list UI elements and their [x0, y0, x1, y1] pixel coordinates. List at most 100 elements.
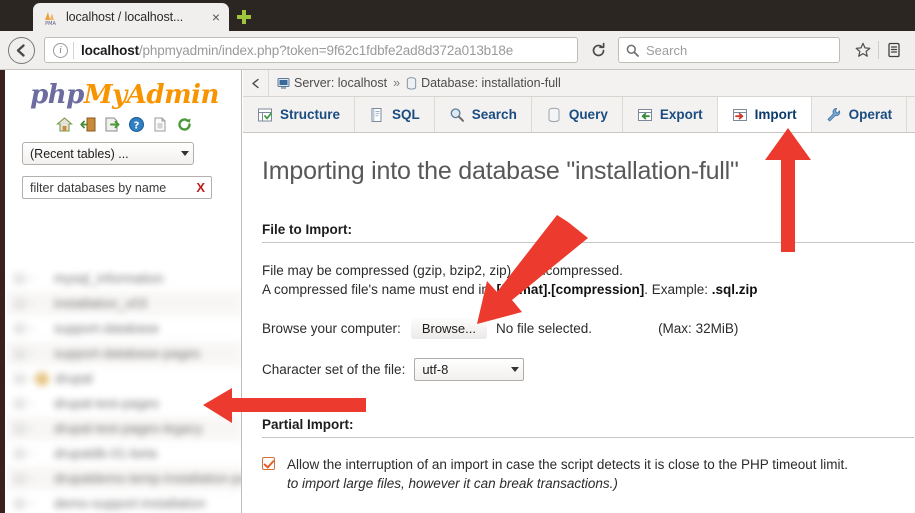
compression-note-line1: File may be compressed (gzip, bzip2, zip…	[262, 263, 623, 278]
help-icon[interactable]: ?	[128, 116, 145, 133]
svg-text:?: ?	[134, 120, 140, 131]
list-item[interactable]: installation_v03	[6, 291, 241, 316]
list-item[interactable]: drupaldb-01-beta	[6, 441, 241, 466]
tab-label: Import	[754, 107, 797, 122]
chevron-down-icon	[181, 151, 189, 156]
database-tree[interactable]: mysql_information installation_v03 suppo…	[6, 266, 241, 513]
page-content: phpMyAdmin ? (Recent tables) ... filter …	[0, 70, 915, 513]
new-tab-button[interactable]	[234, 7, 254, 27]
tab-operations[interactable]: Operat	[812, 97, 908, 132]
tab-label: Export	[659, 107, 703, 122]
logout-icon[interactable]	[80, 116, 97, 133]
compression-note-line2: A compressed file's name must end in .[f…	[262, 280, 915, 299]
breadcrumb-separator: »	[393, 76, 401, 90]
recent-tables-select[interactable]: (Recent tables) ...	[22, 142, 194, 165]
breadcrumb-database-label[interactable]: Database: installation-full	[421, 76, 561, 90]
query-icon	[546, 107, 562, 123]
back-arrow-icon	[16, 43, 25, 57]
clear-filter-icon[interactable]: X	[196, 180, 205, 195]
address-bar[interactable]: i localhost/phpmyadmin/index.php?token=9…	[44, 37, 578, 63]
list-item[interactable]: drupal-test-pages	[6, 391, 241, 416]
url-host: localhost	[81, 42, 139, 58]
tab-label: Operat	[848, 107, 893, 122]
docs-icon[interactable]	[152, 116, 169, 133]
shield-icon[interactable]	[909, 37, 915, 63]
search-placeholder: Search	[646, 42, 688, 58]
database-icon	[406, 76, 417, 90]
list-item[interactable]: support-database	[6, 316, 241, 341]
list-item[interactable]: drupaldemo-temp-installation-pages	[6, 466, 241, 491]
list-item[interactable]: mysql_information	[6, 266, 241, 291]
max-size-text: (Max: 32MiB)	[658, 321, 739, 336]
phpmyadmin-logo[interactable]: phpMyAdmin	[0, 80, 241, 110]
close-icon[interactable]: ×	[209, 10, 223, 24]
allow-interrupt-checkbox[interactable]	[262, 457, 275, 470]
tab-import[interactable]: Import	[717, 97, 812, 132]
allow-interrupt-text: Allow the interruption of an import in c…	[287, 455, 848, 493]
reader-list-icon[interactable]	[881, 37, 907, 63]
filter-databases-input[interactable]: filter databases by name X	[22, 176, 212, 199]
browse-button[interactable]: Browse...	[410, 318, 487, 339]
reload-icon	[592, 42, 604, 56]
filter-placeholder: filter databases by name	[30, 180, 167, 195]
partial-import-heading: Partial Import:	[262, 417, 914, 438]
main-panel: Server: localhost » Database: installati…	[243, 70, 915, 513]
operations-wrench-icon	[826, 107, 842, 123]
address-bar-text: localhost/phpmyadmin/index.php?token=9f6…	[81, 43, 573, 58]
allow-interrupt-italic: to import large files, however it can br…	[287, 476, 618, 491]
tab-export[interactable]: Export	[623, 97, 718, 132]
compression-format: .[format].[compression]	[492, 282, 645, 297]
compression-mid: . Example:	[644, 282, 712, 297]
back-button[interactable]	[8, 36, 35, 64]
chevron-down-icon	[511, 367, 520, 372]
charset-label: Character set of the file:	[262, 362, 406, 377]
no-file-selected-text: No file selected.	[496, 321, 593, 336]
charset-select[interactable]: utf-8	[414, 358, 525, 381]
search-bar[interactable]: Search	[618, 37, 840, 63]
tab-search[interactable]: Search	[435, 97, 532, 132]
toolbar-divider	[878, 41, 879, 59]
sidebar: phpMyAdmin ? (Recent tables) ... filter …	[0, 70, 242, 513]
server-icon	[277, 77, 290, 90]
tab-label: Structure	[280, 107, 341, 122]
reload-button[interactable]	[587, 39, 609, 61]
import-form: Importing into the database "installatio…	[243, 133, 915, 513]
recent-tables-value: (Recent tables) ...	[30, 146, 129, 161]
back-arrow-icon	[252, 78, 259, 88]
browser-window: PMA localhost / localhost... × i localho…	[0, 0, 915, 513]
breadcrumb-back-button[interactable]	[243, 70, 269, 96]
sql-icon	[369, 107, 385, 123]
breadcrumb: Server: localhost » Database: installati…	[243, 70, 915, 97]
list-item[interactable]: demo-support-installation	[6, 491, 241, 513]
bookmark-star-icon[interactable]	[850, 37, 876, 63]
list-item[interactable]: drupal-test-pages-legacy	[6, 416, 241, 441]
page-info-icon[interactable]: i	[53, 42, 68, 58]
refresh-icon[interactable]	[176, 116, 193, 133]
svg-text:PMA: PMA	[45, 21, 56, 26]
tab-label: Search	[471, 107, 517, 122]
breadcrumb-server-label[interactable]: Server: localhost	[294, 76, 387, 90]
browser-tab[interactable]: PMA localhost / localhost... ×	[33, 3, 229, 31]
list-item[interactable]: support-database-pages	[6, 341, 241, 366]
charset-value: utf-8	[422, 362, 449, 377]
logo-myadmin: MyAdmin	[83, 80, 220, 110]
page-tabs: Structure SQL Search Query Export Import…	[243, 97, 915, 133]
compression-example: .sql.zip	[711, 282, 758, 297]
logo-php: php	[30, 80, 84, 110]
import-icon	[732, 107, 748, 123]
file-to-import-heading: File to Import:	[262, 222, 914, 243]
home-icon[interactable]	[56, 116, 73, 133]
page-title: Importing into the database "installatio…	[262, 157, 739, 185]
export-icon[interactable]	[104, 116, 121, 133]
search-icon	[449, 107, 465, 123]
recent-tables-wrap: (Recent tables) ...	[0, 133, 241, 165]
browser-toolbar-icons	[850, 37, 915, 63]
list-item[interactable]: drupal	[6, 366, 241, 391]
allow-interrupt-row: Allow the interruption of an import in c…	[262, 455, 915, 493]
structure-icon	[257, 107, 273, 123]
tab-structure[interactable]: Structure	[243, 97, 356, 132]
tab-sql[interactable]: SQL	[355, 97, 435, 132]
tab-query[interactable]: Query	[532, 97, 623, 132]
allow-interrupt-main: Allow the interruption of an import in c…	[287, 457, 849, 472]
browser-navigation-bar: i localhost/phpmyadmin/index.php?token=9…	[0, 31, 915, 70]
